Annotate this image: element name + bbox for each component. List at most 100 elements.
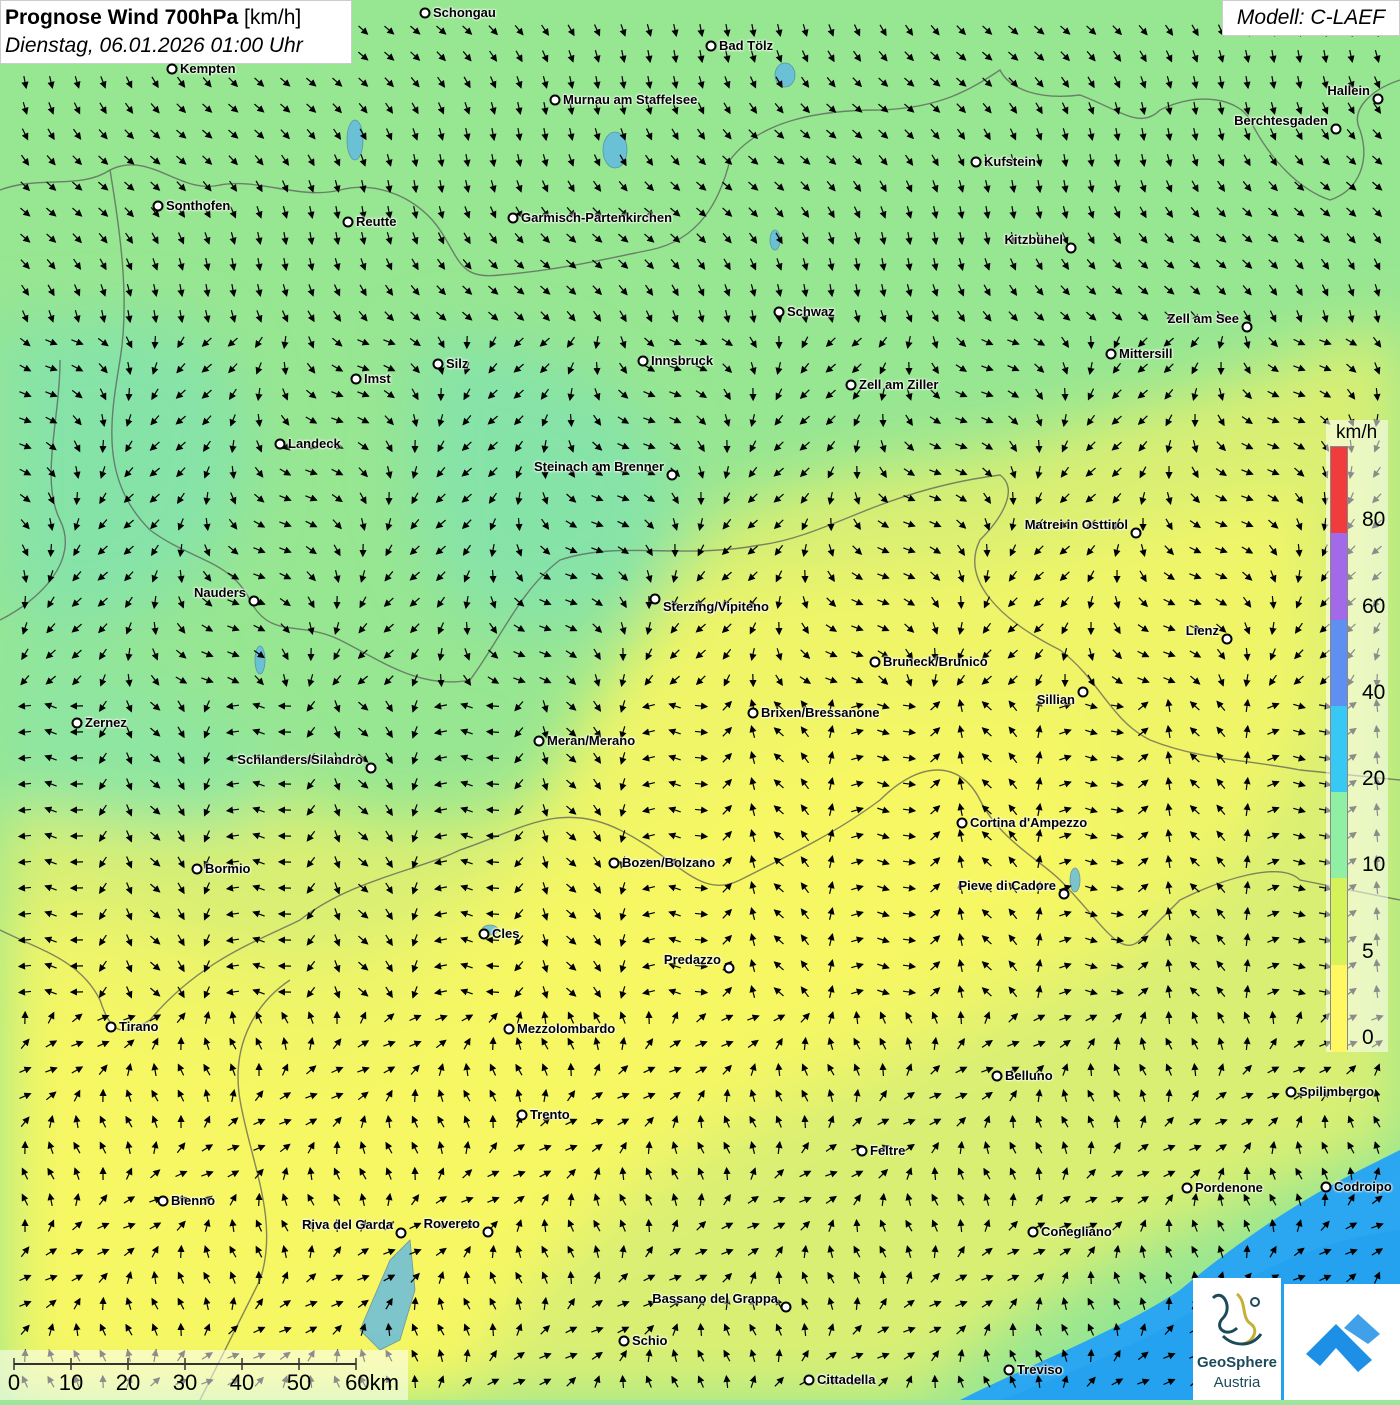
- city-label[interactable]: Cortina d'Ampezzo: [970, 815, 1087, 830]
- city-label[interactable]: Pordenone: [1195, 1180, 1263, 1195]
- city-label[interactable]: Innsbruck: [651, 353, 713, 368]
- city-marker[interactable]: [1004, 1365, 1015, 1376]
- city-marker[interactable]: [724, 963, 735, 974]
- city-label[interactable]: Conegliano: [1041, 1224, 1112, 1239]
- city-marker[interactable]: [1059, 889, 1070, 900]
- city-marker[interactable]: [249, 596, 260, 607]
- city-label[interactable]: Nauders: [194, 585, 246, 600]
- city-label[interactable]: Kempten: [180, 61, 236, 76]
- city-label[interactable]: Trento: [530, 1107, 570, 1122]
- city-marker[interactable]: [275, 439, 286, 450]
- city-label[interactable]: Riva del Garda: [302, 1217, 393, 1232]
- city-marker[interactable]: [1106, 349, 1117, 360]
- city-label[interactable]: Sonthofen: [166, 198, 230, 213]
- city-marker[interactable]: [748, 708, 759, 719]
- city-marker[interactable]: [992, 1071, 1003, 1082]
- city-label[interactable]: Pieve di Cadore: [958, 878, 1056, 893]
- city-label[interactable]: Zell am See: [1167, 311, 1239, 326]
- city-label[interactable]: Bassano del Grappa: [652, 1291, 778, 1306]
- city-label[interactable]: Bormio: [205, 861, 251, 876]
- city-label[interactable]: Cittadella: [817, 1372, 876, 1387]
- city-marker[interactable]: [433, 359, 444, 370]
- city-marker[interactable]: [1028, 1227, 1039, 1238]
- city-marker[interactable]: [483, 1227, 494, 1238]
- city-marker[interactable]: [1242, 322, 1253, 333]
- city-label[interactable]: Rovereto: [424, 1216, 480, 1231]
- city-label[interactable]: Meran/Merano: [547, 733, 635, 748]
- city-marker[interactable]: [609, 858, 620, 869]
- city-label[interactable]: Bienno: [171, 1193, 215, 1208]
- city-label[interactable]: Spilimbergo: [1299, 1084, 1374, 1099]
- city-marker[interactable]: [1182, 1183, 1193, 1194]
- city-label[interactable]: Bozen/Bolzano: [622, 855, 715, 870]
- city-label[interactable]: Belluno: [1005, 1068, 1053, 1083]
- city-marker[interactable]: [1286, 1087, 1297, 1098]
- city-label[interactable]: Kufstein: [984, 154, 1036, 169]
- city-label[interactable]: Zernez: [85, 715, 127, 730]
- city-marker[interactable]: [72, 718, 83, 729]
- city-marker[interactable]: [638, 356, 649, 367]
- city-label[interactable]: Mittersill: [1119, 346, 1172, 361]
- city-label[interactable]: Brixen/Bressanone: [761, 705, 880, 720]
- geosphere-logo[interactable]: GeoSphere Austria: [1193, 1278, 1281, 1400]
- city-label[interactable]: Berchtesgaden: [1234, 113, 1328, 128]
- city-marker[interactable]: [508, 213, 519, 224]
- city-marker[interactable]: [1373, 94, 1384, 105]
- city-marker[interactable]: [1078, 687, 1089, 698]
- city-marker[interactable]: [534, 736, 545, 747]
- city-marker[interactable]: [971, 157, 982, 168]
- city-label[interactable]: Bruneck/Brunico: [883, 654, 988, 669]
- city-label[interactable]: Reutte: [356, 214, 396, 229]
- city-label[interactable]: Murnau am Staffelsee: [563, 92, 697, 107]
- city-label[interactable]: Zell am Ziller: [859, 377, 938, 392]
- city-label[interactable]: Bad Tölz: [719, 38, 773, 53]
- city-marker[interactable]: [1131, 528, 1142, 539]
- city-marker[interactable]: [804, 1375, 815, 1386]
- city-marker[interactable]: [351, 374, 362, 385]
- city-label[interactable]: Tirano: [119, 1019, 159, 1034]
- city-label[interactable]: Kitzbühel: [1005, 232, 1064, 247]
- city-marker[interactable]: [1331, 124, 1342, 135]
- city-label[interactable]: Schwaz: [787, 304, 835, 319]
- city-marker[interactable]: [706, 41, 717, 52]
- city-label[interactable]: Cles: [492, 926, 519, 941]
- city-label[interactable]: Landeck: [288, 436, 341, 451]
- city-label[interactable]: Treviso: [1017, 1362, 1063, 1377]
- city-label[interactable]: Codroipo: [1334, 1179, 1392, 1194]
- city-marker[interactable]: [153, 201, 164, 212]
- city-label[interactable]: Garmisch-Partenkirchen: [521, 210, 672, 225]
- city-marker[interactable]: [479, 929, 490, 940]
- city-marker[interactable]: [517, 1110, 528, 1121]
- city-marker[interactable]: [192, 864, 203, 875]
- city-marker[interactable]: [857, 1146, 868, 1157]
- city-marker[interactable]: [846, 380, 857, 391]
- city-label[interactable]: Steinach am Brenner: [534, 459, 664, 474]
- city-marker[interactable]: [158, 1196, 169, 1207]
- city-label[interactable]: Feltre: [870, 1143, 905, 1158]
- city-label[interactable]: Schio: [632, 1333, 667, 1348]
- city-marker[interactable]: [619, 1336, 630, 1347]
- city-label[interactable]: Lienz: [1186, 623, 1219, 638]
- city-marker[interactable]: [1222, 634, 1233, 645]
- city-label[interactable]: Schlanders/Silandro: [237, 752, 363, 767]
- city-marker[interactable]: [396, 1228, 407, 1239]
- app-logo[interactable]: [1284, 1284, 1400, 1400]
- city-marker[interactable]: [957, 818, 968, 829]
- city-marker[interactable]: [774, 307, 785, 318]
- city-marker[interactable]: [106, 1022, 117, 1033]
- city-marker[interactable]: [504, 1024, 515, 1035]
- city-marker[interactable]: [667, 470, 678, 481]
- city-marker[interactable]: [343, 217, 354, 228]
- city-label[interactable]: Imst: [364, 371, 391, 386]
- city-marker[interactable]: [870, 657, 881, 668]
- city-label[interactable]: Schongau: [433, 5, 496, 20]
- city-marker[interactable]: [650, 594, 661, 605]
- city-label[interactable]: Hallein: [1327, 83, 1370, 98]
- city-label[interactable]: Matrei in Osttirol: [1025, 517, 1128, 532]
- city-label[interactable]: Sterzing/Vipiteno: [663, 599, 769, 614]
- city-marker[interactable]: [366, 763, 377, 774]
- city-marker[interactable]: [167, 64, 178, 75]
- city-marker[interactable]: [1321, 1182, 1332, 1193]
- city-marker[interactable]: [1066, 243, 1077, 254]
- city-label[interactable]: Sillian: [1037, 692, 1075, 707]
